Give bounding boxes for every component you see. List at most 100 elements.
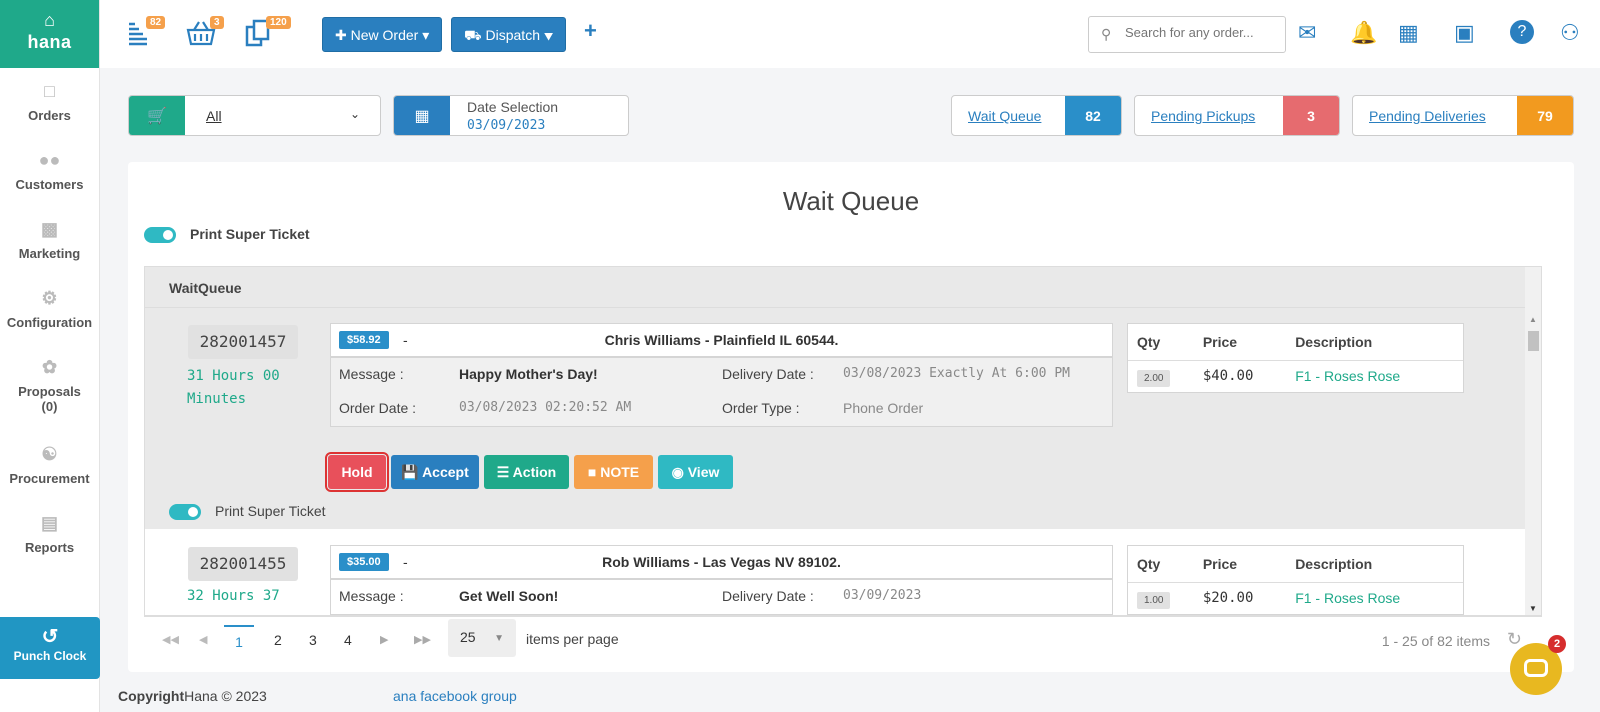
add-icon[interactable]: +	[584, 18, 597, 44]
gear-icon: ⚙	[41, 288, 58, 308]
sidebar-item-customers[interactable]: ●● Customers	[0, 137, 99, 206]
last-page-icon[interactable]: ▶▶	[414, 633, 431, 646]
customer-name: Rob Williams - Las Vegas NV 89102.	[602, 554, 841, 570]
action-label: Action	[512, 464, 557, 480]
page-size-select[interactable]: 25 ▼	[448, 619, 516, 657]
print-super-ticket-toggle[interactable]: Print Super Ticket	[144, 226, 310, 244]
facebook-group-link[interactable]: ana facebook group	[393, 688, 517, 704]
sidebar-item-orders[interactable]: □ Orders	[0, 68, 99, 137]
sidebar-item-reports[interactable]: ▤ Reports	[0, 500, 99, 569]
footer-copyright: CopyrightHana © 2023	[118, 688, 267, 704]
clock-icon: ↺	[41, 626, 59, 648]
caret-icon: ▾	[539, 27, 554, 43]
order-items-table: Qty Price Description 1.00 $20.00 F1 - Ros…	[1127, 545, 1464, 615]
wait-queue-link[interactable]: Wait Queue	[968, 108, 1041, 124]
order-number[interactable]: 282001457	[188, 325, 298, 359]
procurement-icon: ☯	[41, 444, 58, 464]
delivery-date-value: 03/08/2023 Exactly At 6:00 PM	[843, 366, 1070, 381]
proposals-icon: ✿	[41, 357, 58, 377]
store-filter-select[interactable]: 🛒 All ⌄	[128, 95, 381, 136]
date-selection[interactable]: ▦ Date Selection 03/09/2023	[393, 95, 629, 136]
print-super-ticket-label: Print Super Ticket	[190, 226, 310, 242]
list-icon: ☰	[496, 464, 513, 480]
page-4[interactable]: 4	[344, 632, 352, 648]
monitor-icon[interactable]: ▣	[1454, 20, 1480, 46]
save-icon: 💾	[401, 464, 423, 480]
scrollbar-thumb[interactable]	[1528, 331, 1539, 351]
message-label: Message :	[339, 366, 404, 382]
sidebar-item-marketing[interactable]: ▩ Marketing	[0, 206, 99, 275]
page-1[interactable]: 1	[224, 625, 254, 657]
prev-page-icon[interactable]: ◀	[199, 633, 207, 646]
punch-clock-label: Punch Clock	[13, 649, 87, 663]
chat-button[interactable]: 2	[1510, 635, 1566, 695]
bell-icon[interactable]: 🔔	[1350, 20, 1377, 46]
description-value[interactable]: F1 - Roses Rose	[1286, 582, 1463, 614]
pending-deliveries-link[interactable]: Pending Deliveries	[1369, 108, 1486, 124]
chat-icon	[1524, 659, 1548, 677]
wait-queue-panel: Wait Queue Print Super Ticket WaitQueue …	[128, 162, 1574, 672]
order-details: $35.00 - Rob Williams - Las Vegas NV 891…	[330, 545, 1113, 615]
sidebar-item-configuration[interactable]: ⚙ Configuration	[0, 275, 99, 344]
help-icon[interactable]: ?	[1510, 20, 1534, 44]
refresh-icon[interactable]: ↻	[1507, 629, 1522, 650]
punch-clock-button[interactable]: ↺ Punch Clock	[0, 617, 100, 679]
sidebar-item-proposals[interactable]: ✿ Proposals (0)	[0, 344, 99, 431]
date-selection-value: 03/09/2023	[467, 118, 546, 133]
search-input[interactable]	[1125, 25, 1275, 40]
copyright-text: Hana © 2023	[184, 688, 267, 704]
hold-button[interactable]: Hold	[325, 452, 389, 492]
message-value: Happy Mother's Day!	[459, 366, 598, 382]
search-box[interactable]: ⚲	[1088, 16, 1286, 53]
pending-pickups-stat[interactable]: Pending Pickups 3	[1134, 95, 1340, 136]
basket-button[interactable]: 3	[186, 16, 224, 52]
price-header: Price	[1193, 546, 1287, 583]
action-button[interactable]: ☰ Action	[484, 455, 569, 489]
note-button[interactable]: ■ NOTE	[574, 455, 653, 489]
toggle-switch[interactable]	[144, 227, 176, 244]
sidebar-item-label: Procurement	[9, 471, 90, 486]
pending-pickups-link[interactable]: Pending Pickups	[1151, 108, 1255, 124]
page-2[interactable]: 2	[274, 632, 282, 648]
table-row: 1.00 $20.00 F1 - Roses Rose	[1128, 582, 1463, 614]
scrollbar[interactable]: ▲ ▼	[1525, 267, 1541, 615]
message-value: Get Well Soon!	[459, 588, 559, 604]
toggle-switch[interactable]	[169, 504, 201, 521]
table-row: 2.00 $40.00 F1 - Roses Rose	[1128, 360, 1463, 392]
next-page-icon[interactable]: ▶	[380, 633, 388, 646]
pending-deliveries-stat[interactable]: Pending Deliveries 79	[1352, 95, 1574, 136]
orders-stack-button[interactable]: 82	[126, 16, 166, 52]
dispatch-button[interactable]: ⛟ Dispatch ▾	[451, 17, 567, 52]
print-super-ticket-label: Print Super Ticket	[215, 503, 326, 519]
search-icon: ⚲	[1101, 26, 1112, 42]
pending-deliveries-count: 79	[1517, 96, 1573, 135]
scroll-up-icon[interactable]: ▲	[1529, 315, 1537, 324]
message-label: Message :	[339, 588, 404, 604]
order-items-table: Qty Price Description 2.00 $40.00 F1 - Ros…	[1127, 323, 1464, 393]
calendar-icon[interactable]: ▦	[1398, 20, 1424, 46]
copies-button[interactable]: 120	[244, 16, 291, 52]
accept-label: Accept	[422, 464, 469, 480]
description-value[interactable]: F1 - Roses Rose	[1286, 360, 1463, 392]
wait-queue-count: 82	[1065, 96, 1121, 135]
note-label: NOTE	[600, 464, 640, 480]
items-per-page-label: items per page	[526, 631, 619, 647]
delivery-date-label: Delivery Date :	[722, 366, 814, 382]
scroll-down-icon[interactable]: ▼	[1529, 604, 1537, 613]
logo[interactable]: ⌂ hana	[0, 0, 99, 68]
accept-button[interactable]: 💾 Accept	[391, 455, 479, 489]
order-number[interactable]: 282001455	[188, 547, 298, 581]
mail-icon[interactable]: ✉	[1298, 20, 1324, 46]
order-duration: 31 Hours 00 Minutes	[187, 368, 280, 407]
first-page-icon[interactable]: ◀◀	[162, 633, 179, 646]
sidebar-item-procurement[interactable]: ☯ Procurement	[0, 431, 99, 500]
queue-header: WaitQueue	[145, 267, 1527, 308]
price-value: $20.00	[1202, 590, 1254, 607]
delivery-date-label: Delivery Date :	[722, 588, 814, 604]
page-3[interactable]: 3	[309, 632, 317, 648]
print-super-ticket-toggle[interactable]: Print Super Ticket	[169, 503, 326, 521]
new-order-button[interactable]: ✚ New Order ▾	[322, 17, 443, 52]
view-button[interactable]: ◉ View	[658, 455, 733, 489]
wait-queue-stat[interactable]: Wait Queue 82	[951, 95, 1122, 136]
user-icon[interactable]: ⚇	[1560, 20, 1586, 46]
